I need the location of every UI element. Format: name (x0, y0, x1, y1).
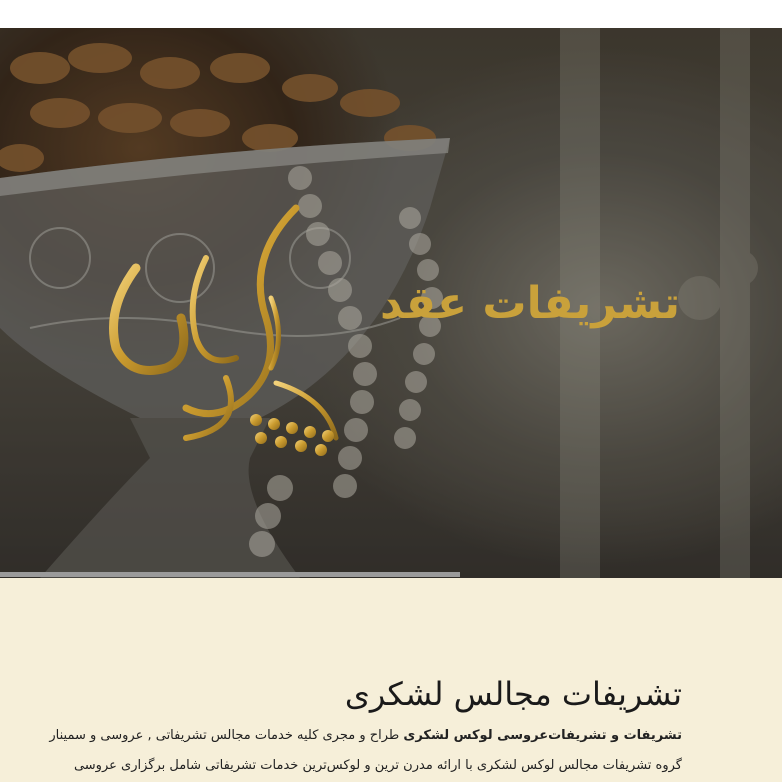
slider-progress-bar (0, 572, 460, 577)
hero-slider[interactable]: تشریفات عقد (0, 28, 782, 578)
section-title: تشریفات مجالس لشکری (344, 675, 682, 713)
hero-title: تشریفات عقد (379, 278, 680, 329)
intro-paragraph-2: گروه تشریفات مجالس لوکس لشکری با ارائه م… (73, 758, 682, 773)
top-bar (0, 0, 782, 28)
intro-text: طراح و مجری کلیه خدمات مجالس تشریفاتی , … (49, 728, 404, 743)
payam-lashkari-logo[interactable] (96, 198, 356, 468)
intro-bold-text: تشریفات و تشریفات‌عروسی لوکس لشکری (403, 728, 682, 743)
content-section: تشریفات مجالس لشکری تشریفات و تشریفات‌عر… (0, 578, 782, 782)
intro-paragraph-1: تشریفات و تشریفات‌عروسی لوکس لشکری طراح … (0, 726, 682, 746)
